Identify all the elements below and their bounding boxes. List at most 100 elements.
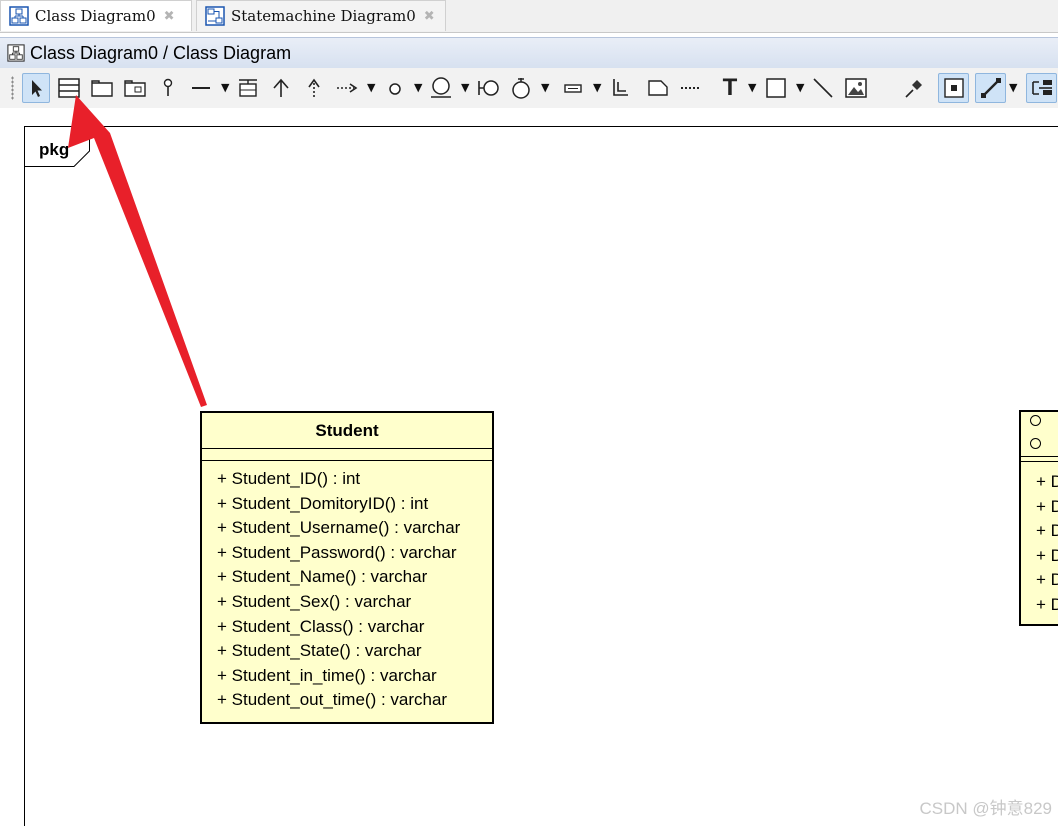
- slot-tool[interactable]: [559, 73, 587, 103]
- select-pointer-tool[interactable]: [22, 73, 50, 103]
- package-tool-icon: [91, 80, 113, 97]
- operation-row[interactable]: + D: [1036, 595, 1058, 615]
- connector-dropdown-icon[interactable]: ▼: [1009, 81, 1017, 94]
- note-link-tool-icon: [681, 87, 701, 89]
- dependency-tool-icon: [337, 83, 358, 93]
- required-interface-tool-icon: [478, 80, 499, 96]
- operation-row[interactable]: + Student_Name() : varchar: [217, 565, 492, 590]
- generalization-tool[interactable]: [267, 73, 295, 103]
- realization-tool-icon: [308, 78, 320, 97]
- rectangle-tool-icon: [766, 78, 786, 98]
- image-tool[interactable]: [842, 73, 870, 103]
- operation-row[interactable]: + Student_Password() : varchar: [217, 541, 492, 566]
- association-tool-icon: [192, 87, 210, 89]
- interface-lollipop-tool[interactable]: [427, 73, 455, 103]
- generalization-tool-icon: [273, 78, 289, 97]
- operation-row[interactable]: + D: [1036, 570, 1058, 590]
- port-tool[interactable]: [507, 73, 535, 103]
- tab-label: Class Diagram0: [35, 7, 156, 25]
- operation-row[interactable]: + D: [1036, 472, 1058, 492]
- package-tool[interactable]: [88, 73, 116, 103]
- close-icon[interactable]: ✖: [164, 9, 175, 24]
- interface-dropdown-icon[interactable]: ▼: [461, 81, 469, 94]
- pin-tool[interactable]: [154, 73, 182, 103]
- instance-circle-tool[interactable]: [381, 73, 409, 103]
- center-select-icon: [943, 78, 964, 98]
- operation-row[interactable]: + Student_DomitoryID() : int: [217, 492, 492, 517]
- slot-tool-icon: [564, 84, 582, 93]
- rectangle-tool[interactable]: [762, 73, 790, 103]
- pin-stick-icon: [905, 80, 922, 98]
- note-link-tool[interactable]: [677, 73, 705, 103]
- required-interface-tool[interactable]: [474, 73, 502, 103]
- operation-row[interactable]: + Student_State() : varchar: [217, 639, 492, 664]
- editor-tab-bar: Class Diagram0 ✖ Statemachine Diagram0 ✖: [0, 0, 1058, 33]
- class-operations-compartment: + Student_ID() : int + Student_DomitoryI…: [202, 461, 492, 713]
- association-dropdown-icon[interactable]: ▼: [221, 81, 229, 94]
- class-tool-icon: [58, 78, 80, 98]
- operation-row[interactable]: + Student_Username() : varchar: [217, 516, 492, 541]
- compartment-divider: [1021, 461, 1058, 462]
- instance-circle-tool-icon: [389, 83, 401, 95]
- attribute-circle-icon: [1030, 438, 1041, 449]
- port-tool-icon: [512, 78, 530, 99]
- dependency-dropdown-icon[interactable]: ▼: [367, 81, 375, 94]
- tab-statemachine-diagram0[interactable]: Statemachine Diagram0 ✖: [196, 0, 446, 31]
- association-tool[interactable]: [187, 73, 215, 103]
- watermark: CSDN @钟意829: [919, 799, 1052, 818]
- dependency-tool[interactable]: [333, 73, 361, 103]
- align-tool[interactable]: [1026, 73, 1057, 103]
- statemachine-diagram-icon: [205, 6, 225, 26]
- instance-dropdown-icon[interactable]: ▼: [414, 81, 422, 94]
- class-tool[interactable]: [55, 73, 83, 103]
- interface-lollipop-tool-icon: [431, 77, 451, 98]
- diagram-canvas[interactable]: pkg Student + Student_ID() : int + Stude…: [0, 108, 1058, 826]
- tab-class-diagram0[interactable]: Class Diagram0 ✖: [0, 0, 192, 31]
- select-pointer-icon: [32, 80, 42, 97]
- shape-dropdown-icon[interactable]: ▼: [796, 81, 804, 94]
- class-box-partial[interactable]: + D + D + D + D + D + D: [1019, 410, 1058, 626]
- operation-row[interactable]: + Student_Class() : varchar: [217, 615, 492, 640]
- text-dropdown-icon[interactable]: ▼: [748, 81, 756, 94]
- package-folder-tool[interactable]: [121, 73, 149, 103]
- realization-tool[interactable]: [300, 73, 328, 103]
- text-tool-icon: T: [722, 74, 738, 101]
- class-diagram-icon: [7, 44, 25, 62]
- line-tool[interactable]: [809, 73, 837, 103]
- class-name: Student: [202, 413, 492, 449]
- text-tool[interactable]: T: [716, 73, 744, 103]
- pin-tool-icon: [163, 78, 173, 96]
- center-select-tool[interactable]: [938, 73, 969, 103]
- note-tool[interactable]: [644, 73, 672, 103]
- port-dropdown-icon[interactable]: ▼: [541, 81, 549, 94]
- pin-stick-tool[interactable]: [900, 73, 928, 103]
- note-tool-icon: [648, 80, 668, 96]
- operation-row[interactable]: + D: [1036, 521, 1058, 541]
- diagram-toolbar: ▼ ▼ ▼ ▼ ▼ ▼ T ▼ ▼ ▼: [0, 68, 1058, 108]
- tab-label: Statemachine Diagram0: [231, 7, 416, 25]
- operation-row[interactable]: + Student_in_time() : varchar: [217, 664, 492, 689]
- diagram-title-bar: Class Diagram0 / Class Diagram: [0, 37, 1058, 69]
- operation-row[interactable]: + Student_ID() : int: [217, 467, 492, 492]
- connector-style-icon: [980, 78, 1001, 98]
- package-frame[interactable]: [24, 126, 1058, 826]
- class-attributes-compartment: [202, 449, 492, 461]
- image-tool-icon: [845, 78, 867, 98]
- close-icon[interactable]: ✖: [424, 9, 435, 24]
- class-box-student[interactable]: Student + Student_ID() : int + Student_D…: [200, 411, 494, 724]
- class-split-tool[interactable]: [234, 73, 262, 103]
- align-icon: [1031, 80, 1052, 95]
- operation-row[interactable]: + Student_out_time() : varchar: [217, 688, 492, 713]
- connector-style-tool[interactable]: [975, 73, 1006, 103]
- compartment-divider: [1021, 456, 1058, 457]
- operation-row[interactable]: + Student_Sex() : varchar: [217, 590, 492, 615]
- corner-tool[interactable]: [606, 73, 634, 103]
- slot-dropdown-icon[interactable]: ▼: [593, 81, 601, 94]
- package-folder-tool-icon: [124, 80, 146, 97]
- corner-tool-icon: [613, 79, 628, 96]
- operation-row[interactable]: + D: [1036, 546, 1058, 566]
- operation-row[interactable]: + D: [1036, 497, 1058, 517]
- toolbar-grip[interactable]: [11, 76, 14, 100]
- attribute-circle-icon: [1030, 415, 1041, 426]
- line-tool-icon: [813, 78, 833, 98]
